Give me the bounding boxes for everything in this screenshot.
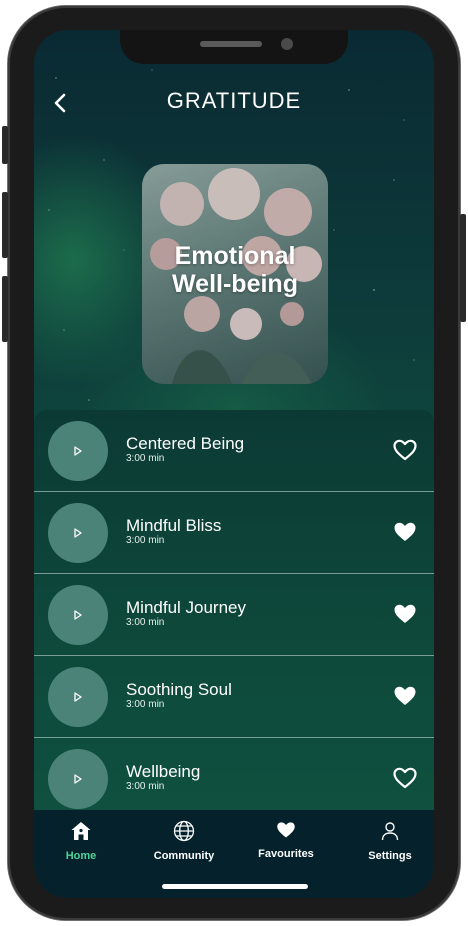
cover-title-line-2: Well-being xyxy=(172,270,298,298)
play-button[interactable] xyxy=(48,421,108,481)
silent-switch xyxy=(2,126,8,164)
list-item[interactable]: Mindful Bliss 3:00 min xyxy=(34,492,434,574)
tab-favourites[interactable]: Favourites xyxy=(236,820,336,874)
track-duration: 3:00 min xyxy=(126,453,165,464)
home-icon xyxy=(71,822,91,840)
play-icon xyxy=(74,528,82,538)
heart-filled-icon[interactable] xyxy=(392,520,418,544)
cover-title: Emotional Well-being xyxy=(142,242,328,298)
cover-title-line-1: Emotional xyxy=(174,242,296,270)
tab-settings[interactable]: Settings xyxy=(340,820,434,874)
list-item[interactable]: Centered Being 3:00 min xyxy=(34,410,434,492)
heart-outline-icon[interactable] xyxy=(392,438,418,462)
play-icon xyxy=(74,774,82,784)
tab-community[interactable]: Community xyxy=(134,820,234,874)
play-button[interactable] xyxy=(48,749,108,809)
speaker-grille xyxy=(200,41,262,47)
device-notch xyxy=(120,30,348,64)
tab-community-label: Community xyxy=(153,850,215,862)
volume-up-button xyxy=(2,192,8,258)
play-button[interactable] xyxy=(48,503,108,563)
page-title: GRATITUDE xyxy=(166,88,302,113)
home-indicator[interactable] xyxy=(162,884,308,889)
globe-icon xyxy=(173,820,195,842)
play-icon xyxy=(74,446,82,456)
heart-filled-icon[interactable] xyxy=(392,684,418,708)
track-duration: 3:00 min xyxy=(126,617,165,628)
track-duration: 3:00 min xyxy=(126,699,165,710)
power-button xyxy=(460,214,466,322)
list-item[interactable]: Soothing Soul 3:00 min xyxy=(34,656,434,738)
volume-down-button xyxy=(2,276,8,342)
track-title: Mindful Journey xyxy=(126,598,247,617)
back-button[interactable] xyxy=(48,90,74,116)
heart-outline-icon[interactable] xyxy=(392,766,418,790)
play-icon xyxy=(74,610,82,620)
track-title: Centered Being xyxy=(126,434,245,453)
play-button[interactable] xyxy=(48,667,108,727)
list-item[interactable]: Wellbeing 3:00 min xyxy=(34,738,434,820)
track-title: Wellbeing xyxy=(126,762,201,781)
heart-filled-icon[interactable] xyxy=(392,602,418,626)
track-duration: 3:00 min xyxy=(126,535,165,546)
bottom-tab-bar: Home Community Favourites Settings xyxy=(34,810,434,898)
play-icon xyxy=(74,692,82,702)
track-list: Centered Being 3:00 min Mindful Bliss 3:… xyxy=(34,410,434,830)
list-item[interactable]: Mindful Journey 3:00 min xyxy=(34,574,434,656)
track-title: Soothing Soul xyxy=(126,680,232,699)
app-screen: GRATITUDE Emotional Well-being Centered … xyxy=(34,30,434,898)
user-icon xyxy=(381,822,399,841)
tab-favourites-label: Favourites xyxy=(258,848,314,860)
album-cover: Emotional Well-being xyxy=(142,164,328,384)
track-title: Mindful Bliss xyxy=(126,516,222,535)
tab-settings-label: Settings xyxy=(368,850,412,862)
heart-icon xyxy=(277,822,295,838)
play-button[interactable] xyxy=(48,585,108,645)
tab-home[interactable]: Home xyxy=(34,820,131,874)
chevron-left-icon xyxy=(54,93,66,113)
track-duration: 3:00 min xyxy=(126,781,165,792)
front-camera xyxy=(281,38,293,50)
tab-home-label: Home xyxy=(65,850,97,862)
